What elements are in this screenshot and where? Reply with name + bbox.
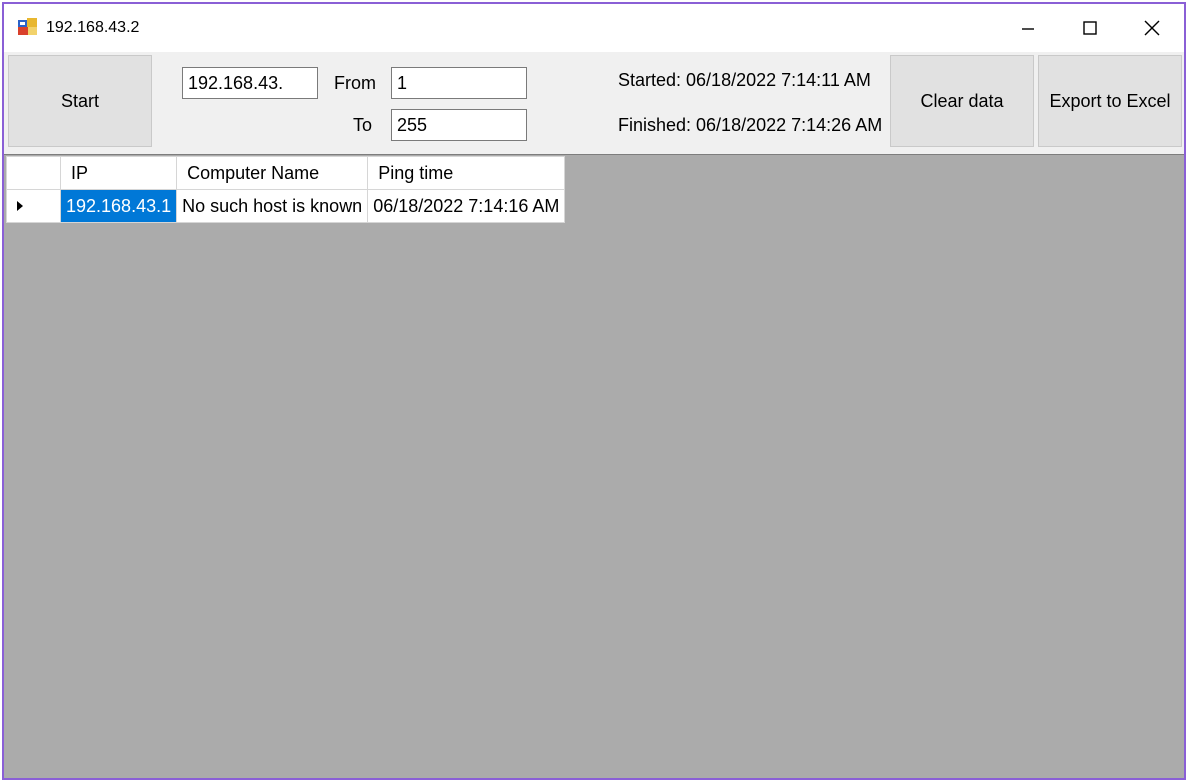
to-input[interactable]: [391, 109, 527, 141]
minimize-icon: [1021, 21, 1035, 35]
cell-ping-time[interactable]: 06/18/2022 7:14:16 AM: [367, 189, 566, 223]
window-title: 192.168.43.2: [46, 19, 140, 36]
clear-data-button[interactable]: Clear data: [890, 55, 1034, 147]
row-header[interactable]: [6, 189, 61, 223]
grid-header-row: IP Computer Name Ping time: [6, 156, 566, 190]
results-table: IP Computer Name Ping time 192.168.43.1 …: [6, 156, 566, 223]
cell-ip[interactable]: 192.168.43.1: [59, 189, 178, 223]
cell-computer-name[interactable]: No such host is known: [176, 189, 369, 223]
column-header-ping-time[interactable]: Ping time: [367, 156, 566, 190]
app-window: 192.168.43.2 Start From To Started: 06/1…: [2, 2, 1186, 780]
app-icon: [18, 18, 38, 36]
column-header-ip[interactable]: IP: [59, 156, 178, 190]
maximize-icon: [1083, 21, 1097, 35]
from-label: From: [334, 73, 376, 93]
start-button[interactable]: Start: [8, 55, 152, 147]
minimize-button[interactable]: [998, 4, 1058, 52]
from-input[interactable]: [391, 67, 527, 99]
title-bar[interactable]: 192.168.43.2: [4, 4, 1184, 52]
row-header-corner[interactable]: [6, 156, 61, 190]
export-to-excel-button[interactable]: Export to Excel: [1038, 55, 1182, 147]
results-grid[interactable]: IP Computer Name Ping time 192.168.43.1 …: [4, 154, 1184, 778]
finished-time-label: Finished: 06/18/2022 7:14:26 AM: [618, 115, 883, 135]
to-label: To: [353, 115, 373, 135]
toolbar: Start From To Started: 06/18/2022 7:14:1…: [4, 52, 1184, 154]
table-row[interactable]: 192.168.43.1 No such host is known 06/18…: [6, 189, 566, 223]
close-icon: [1144, 20, 1160, 36]
close-button[interactable]: [1122, 4, 1182, 52]
started-time-label: Started: 06/18/2022 7:14:11 AM: [618, 70, 871, 90]
column-header-computer-name[interactable]: Computer Name: [176, 156, 369, 190]
ip-prefix-input[interactable]: [182, 67, 318, 99]
row-indicator-arrow-icon: [16, 196, 60, 217]
maximize-button[interactable]: [1060, 4, 1120, 52]
